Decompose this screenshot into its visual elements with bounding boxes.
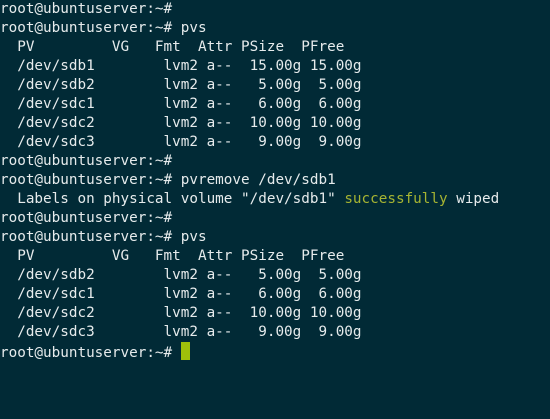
terminal-line: PV VG Fmt Attr PSize PFree <box>0 248 345 264</box>
terminal-line: PV VG Fmt Attr PSize PFree <box>0 39 345 55</box>
terminal-window[interactable]: root@ubuntuserver:~# root@ubuntuserver:~… <box>0 0 550 419</box>
terminal-line: root@ubuntuserver:~# <box>0 210 173 226</box>
cursor-block[interactable] <box>180 342 190 360</box>
terminal-line: root@ubuntuserver:~# pvs <box>0 20 207 36</box>
terminal-line: /dev/sdb2 lvm2 a-- 5.00g 5.00g <box>0 77 362 93</box>
terminal-line: root@ubuntuserver:~# pvremove /dev/sdb1 <box>0 172 336 188</box>
terminal-line: /dev/sdc2 lvm2 a-- 10.00g 10.00g <box>0 305 362 321</box>
pvremove-output-prefix: Labels on physical volume "/dev/sdb1" <box>0 191 345 207</box>
terminal-line: /dev/sdb2 lvm2 a-- 5.00g 5.00g <box>0 267 362 283</box>
terminal-line: /dev/sdb1 lvm2 a-- 15.00g 15.00g <box>0 58 362 74</box>
success-word: successfully <box>344 191 448 207</box>
pvremove-output-suffix: wiped <box>447 191 500 207</box>
prompt-text: root@ubuntuserver:~# <box>0 345 181 361</box>
terminal-line: root@ubuntuserver:~# pvs <box>0 229 207 245</box>
terminal-line: /dev/sdc2 lvm2 a-- 10.00g 10.00g <box>0 115 362 131</box>
terminal-prompt-line[interactable]: root@ubuntuserver:~# <box>0 342 550 361</box>
terminal-line: /dev/sdc3 lvm2 a-- 9.00g 9.00g <box>0 134 362 150</box>
terminal-line: /dev/sdc3 lvm2 a-- 9.00g 9.00g <box>0 324 362 340</box>
terminal-line: root@ubuntuserver:~# <box>0 153 173 169</box>
terminal-line: /dev/sdc1 lvm2 a-- 6.00g 6.00g <box>0 96 362 112</box>
terminal-line-pvremove-output: Labels on physical volume "/dev/sdb1" su… <box>0 190 550 209</box>
terminal-line: /dev/sdc1 lvm2 a-- 6.00g 6.00g <box>0 286 362 302</box>
terminal-line: root@ubuntuserver:~# <box>0 1 173 17</box>
